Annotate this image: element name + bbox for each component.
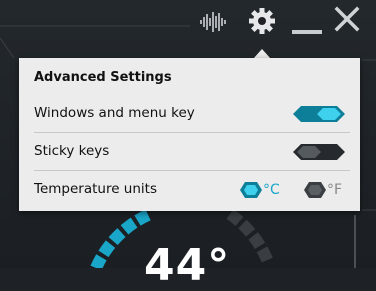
setting-label: Temperature units xyxy=(34,181,157,197)
setting-label: Sticky keys xyxy=(34,143,110,159)
advanced-settings-panel: Advanced Settings Windows and menu key S… xyxy=(19,58,360,211)
panel-title: Advanced Settings xyxy=(34,70,172,85)
divider xyxy=(34,132,350,133)
setting-row-temperature-units: Temperature units °C °F xyxy=(34,172,350,208)
hexagon-unselected-icon xyxy=(304,182,326,198)
setting-label: Windows and menu key xyxy=(34,105,195,121)
temperature-reading: 44° xyxy=(144,240,231,291)
sticky-keys-toggle[interactable] xyxy=(293,144,345,160)
equalizer-icon[interactable] xyxy=(199,10,229,38)
fahrenheit-option[interactable]: °F xyxy=(304,181,350,199)
title-bar xyxy=(0,0,376,44)
celsius-option[interactable]: °C xyxy=(240,181,290,199)
gear-icon[interactable] xyxy=(247,6,277,40)
divider xyxy=(34,170,350,171)
fahrenheit-label: °F xyxy=(327,182,343,198)
setting-row-sticky-keys: Sticky keys xyxy=(34,134,350,170)
close-icon[interactable] xyxy=(334,6,360,36)
celsius-label: °C xyxy=(263,182,280,198)
windows-menu-key-toggle[interactable] xyxy=(293,106,345,122)
minimize-icon[interactable] xyxy=(292,30,322,34)
setting-row-windows-menu-key: Windows and menu key xyxy=(34,96,350,132)
hexagon-selected-icon xyxy=(240,182,262,198)
